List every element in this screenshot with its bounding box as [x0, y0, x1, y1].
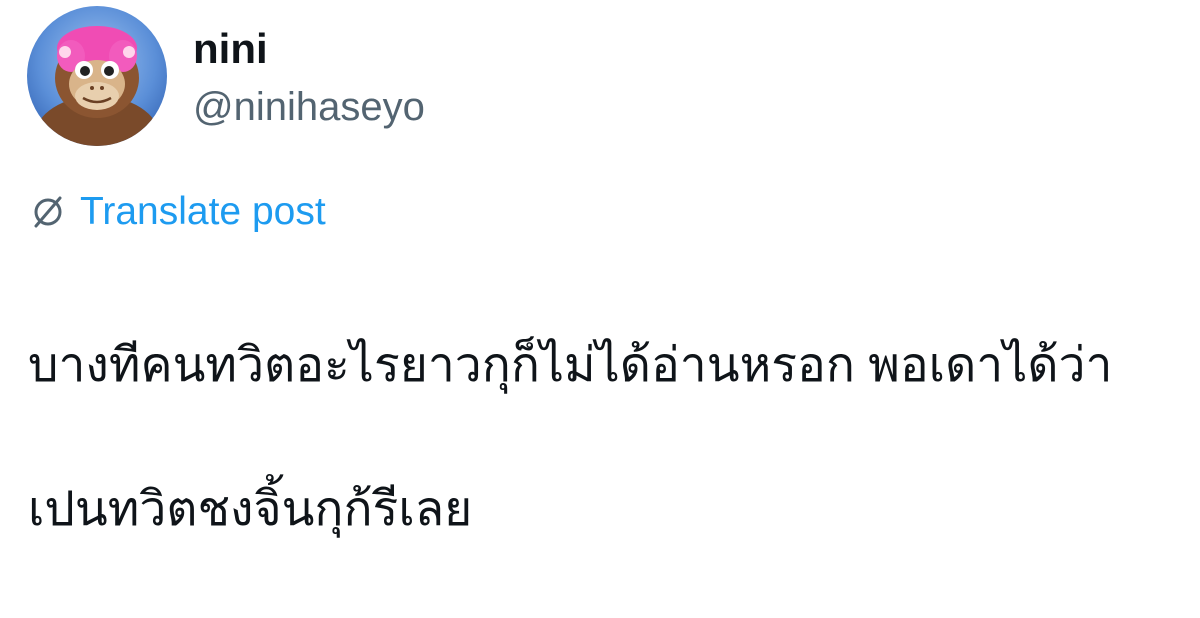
- post-text-line: บางทีคนทวิตอะไรยาวกุก็ไม่ได้อ่านหรอก พอเ…: [28, 339, 1113, 392]
- display-name[interactable]: nini: [193, 24, 268, 74]
- orangutan-plush-avatar-icon: [27, 6, 167, 146]
- avatar[interactable]: [27, 6, 167, 146]
- user-handle[interactable]: @ninihaseyo: [193, 82, 425, 132]
- globe-slash-icon: [34, 196, 62, 228]
- translate-post-button[interactable]: Translate post: [30, 188, 326, 236]
- post-text-line: เปนทวิตชงจิ้นกุก้รีเลย: [28, 483, 473, 536]
- post-text: บางทีคนทวิตอะไรยาวกุก็ไม่ได้อ่านหรอก พอเ…: [28, 258, 1188, 618]
- translate-post-label[interactable]: Translate post: [80, 188, 326, 236]
